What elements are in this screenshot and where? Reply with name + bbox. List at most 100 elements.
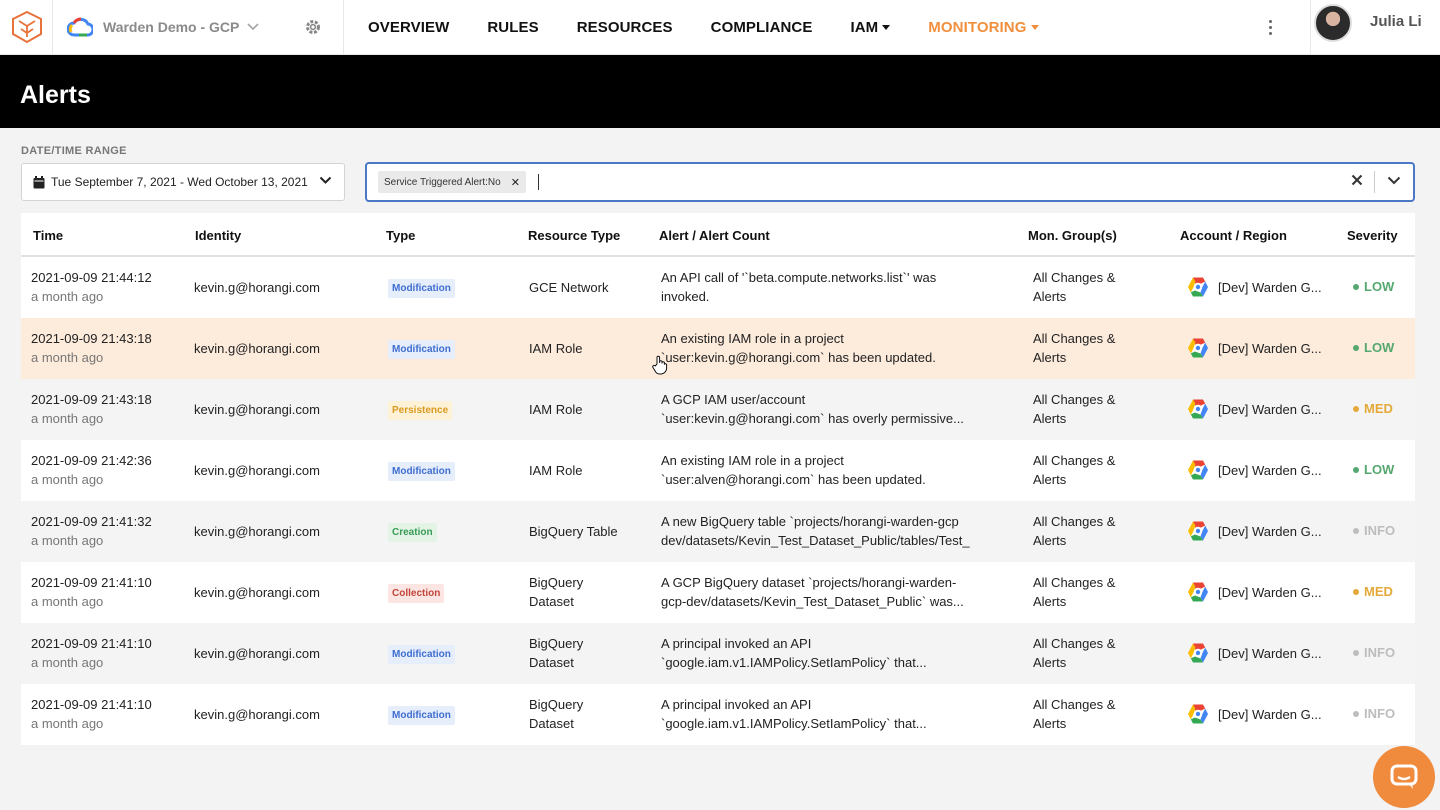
status-dot: [1353, 710, 1359, 717]
alert-description[interactable]: A GCP BigQuery dataset `projects/horangi…: [661, 573, 1017, 611]
caret-down-icon: [882, 25, 891, 30]
table-row[interactable]: 2021-09-09 21:41:32 a month ago kevin.g@…: [21, 501, 1415, 562]
account-region[interactable]: [Dev] Warden G...: [1186, 397, 1322, 421]
severity-indicator: INFO: [1353, 523, 1395, 538]
chat-bubble-icon: [1390, 764, 1418, 789]
resource-type: BigQuery Dataset: [529, 636, 584, 670]
severity-indicator: INFO: [1353, 645, 1395, 660]
type-badge: Modification: [388, 645, 455, 664]
alert-description[interactable]: An existing IAM role in a project `user:…: [661, 451, 1017, 489]
resource-type: BigQuery Dataset: [529, 697, 584, 731]
alert-time: 2021-09-09 21:43:18 a month ago: [31, 392, 152, 426]
nav-monitoring[interactable]: MONITORING: [928, 19, 1039, 36]
alert-identity: kevin.g@horangi.com: [194, 646, 320, 661]
alert-time: 2021-09-09 21:41:10 a month ago: [31, 636, 152, 670]
type-badge: Collection: [388, 584, 445, 603]
settings-button[interactable]: [283, 18, 343, 36]
table-row[interactable]: 2021-09-09 21:41:10 a month ago kevin.g@…: [21, 684, 1415, 745]
severity-indicator: LOW: [1353, 279, 1394, 294]
column-header-alert[interactable]: Alert / Alert Count: [659, 228, 770, 243]
project-selector[interactable]: Warden Demo - GCP: [53, 16, 283, 38]
alert-time: 2021-09-09 21:44:12 a month ago: [31, 270, 152, 304]
type-badge: Modification: [388, 462, 455, 481]
status-dot: [1353, 344, 1359, 351]
alert-identity: kevin.g@horangi.com: [194, 585, 320, 600]
alert-identity: kevin.g@horangi.com: [194, 280, 320, 295]
account-region[interactable]: [Dev] Warden G...: [1186, 458, 1322, 482]
table-body: 2021-09-09 21:44:12 a month ago kevin.g@…: [21, 257, 1415, 745]
account-region[interactable]: [Dev] Warden G...: [1186, 580, 1322, 604]
column-header-severity[interactable]: Severity: [1347, 228, 1398, 243]
date-range-picker[interactable]: Tue September 7, 2021 - Wed October 13, …: [21, 163, 345, 201]
nav-rules[interactable]: RULES: [487, 19, 538, 36]
nav-compliance[interactable]: COMPLIANCE: [711, 19, 813, 36]
date-range-label: DATE/TIME RANGE: [21, 145, 127, 157]
alerts-table: Time Identity Type Resource Type Alert /…: [21, 213, 1415, 745]
monitoring-group: All Changes & Alerts: [1033, 453, 1116, 487]
filter-chip-label: Service Triggered Alert:No: [384, 176, 501, 188]
column-header-type[interactable]: Type: [386, 228, 415, 243]
type-badge: Modification: [388, 279, 455, 298]
gcp-hex-icon: [1188, 521, 1208, 541]
main-menu: OVERVIEW RULES RESOURCES COMPLIANCE IAM …: [344, 0, 1077, 54]
monitoring-group: All Changes & Alerts: [1033, 575, 1116, 609]
avatar[interactable]: [1314, 4, 1352, 42]
account-region[interactable]: [Dev] Warden G...: [1186, 702, 1322, 726]
chevron-down-icon: [247, 23, 260, 31]
alert-description[interactable]: A principal invoked an API `google.iam.v…: [661, 695, 1017, 733]
remove-chip-icon[interactable]: ✕: [511, 176, 520, 189]
alert-time: 2021-09-09 21:42:36 a month ago: [31, 453, 152, 487]
column-header-mon-groups[interactable]: Mon. Group(s): [1028, 228, 1117, 243]
table-row[interactable]: 2021-09-09 21:41:10 a month ago kevin.g@…: [21, 623, 1415, 684]
column-header-time[interactable]: Time: [33, 228, 63, 243]
filter-chip[interactable]: Service Triggered Alert:No ✕: [378, 171, 526, 193]
table-row[interactable]: 2021-09-09 21:43:18 a month ago kevin.g@…: [21, 318, 1415, 379]
chat-button[interactable]: [1373, 746, 1435, 808]
project-name: Warden Demo - GCP: [103, 19, 240, 35]
account-region[interactable]: [Dev] Warden G...: [1186, 275, 1322, 299]
column-header-account-region[interactable]: Account / Region: [1180, 228, 1287, 243]
table-row[interactable]: 2021-09-09 21:42:36 a month ago kevin.g@…: [21, 440, 1415, 501]
nav-overview[interactable]: OVERVIEW: [368, 19, 449, 36]
account-region[interactable]: [Dev] Warden G...: [1186, 336, 1322, 360]
status-dot: [1353, 588, 1359, 595]
chevron-down-icon[interactable]: [1387, 176, 1401, 185]
alert-description[interactable]: An API call of '`beta.compute.networks.l…: [661, 268, 1017, 306]
column-header-resource-type[interactable]: Resource Type: [528, 228, 620, 243]
gcp-hex-icon: [1188, 704, 1208, 724]
account-region[interactable]: [Dev] Warden G...: [1186, 641, 1322, 665]
severity-indicator: MED: [1353, 401, 1393, 416]
calendar-icon: [33, 175, 45, 188]
status-dot: [1353, 527, 1359, 534]
resource-type: IAM Role: [529, 341, 583, 356]
alert-identity: kevin.g@horangi.com: [194, 707, 320, 722]
resource-type: IAM Role: [529, 463, 583, 478]
table-row[interactable]: 2021-09-09 21:43:18 a month ago kevin.g@…: [21, 379, 1415, 440]
account-region[interactable]: [Dev] Warden G...: [1186, 519, 1322, 543]
table-row[interactable]: 2021-09-09 21:41:10 a month ago kevin.g@…: [21, 562, 1415, 623]
nav-resources[interactable]: RESOURCES: [577, 19, 673, 36]
type-badge: Persistence: [388, 401, 453, 420]
warden-logo-icon[interactable]: [2, 5, 52, 49]
resource-type: GCE Network: [529, 280, 609, 295]
alert-description[interactable]: A GCP IAM user/account `user:kevin.g@hor…: [661, 390, 1017, 428]
chevron-down-icon: [319, 176, 332, 184]
filter-input[interactable]: Service Triggered Alert:No ✕: [365, 162, 1415, 202]
clear-icon[interactable]: [1351, 174, 1363, 186]
alert-description[interactable]: A principal invoked an API `google.iam.v…: [661, 634, 1017, 672]
more-options-icon[interactable]: [1262, 13, 1278, 41]
user-name[interactable]: Julia Li: [1370, 13, 1422, 30]
nav-iam[interactable]: IAM: [850, 19, 891, 36]
type-badge: Modification: [388, 340, 455, 359]
monitoring-group: All Changes & Alerts: [1033, 636, 1116, 670]
gcp-hex-icon: [1188, 643, 1208, 663]
column-header-identity[interactable]: Identity: [195, 228, 241, 243]
table-row[interactable]: 2021-09-09 21:44:12 a month ago kevin.g@…: [21, 257, 1415, 318]
severity-indicator: LOW: [1353, 340, 1394, 355]
alert-description[interactable]: An existing IAM role in a project `user:…: [661, 329, 1017, 367]
alert-identity: kevin.g@horangi.com: [194, 341, 320, 356]
status-dot: [1353, 283, 1359, 290]
hand-cursor-icon: [652, 355, 668, 375]
monitoring-group: All Changes & Alerts: [1033, 697, 1116, 731]
alert-description[interactable]: A new BigQuery table `projects/horangi-w…: [661, 512, 1017, 550]
